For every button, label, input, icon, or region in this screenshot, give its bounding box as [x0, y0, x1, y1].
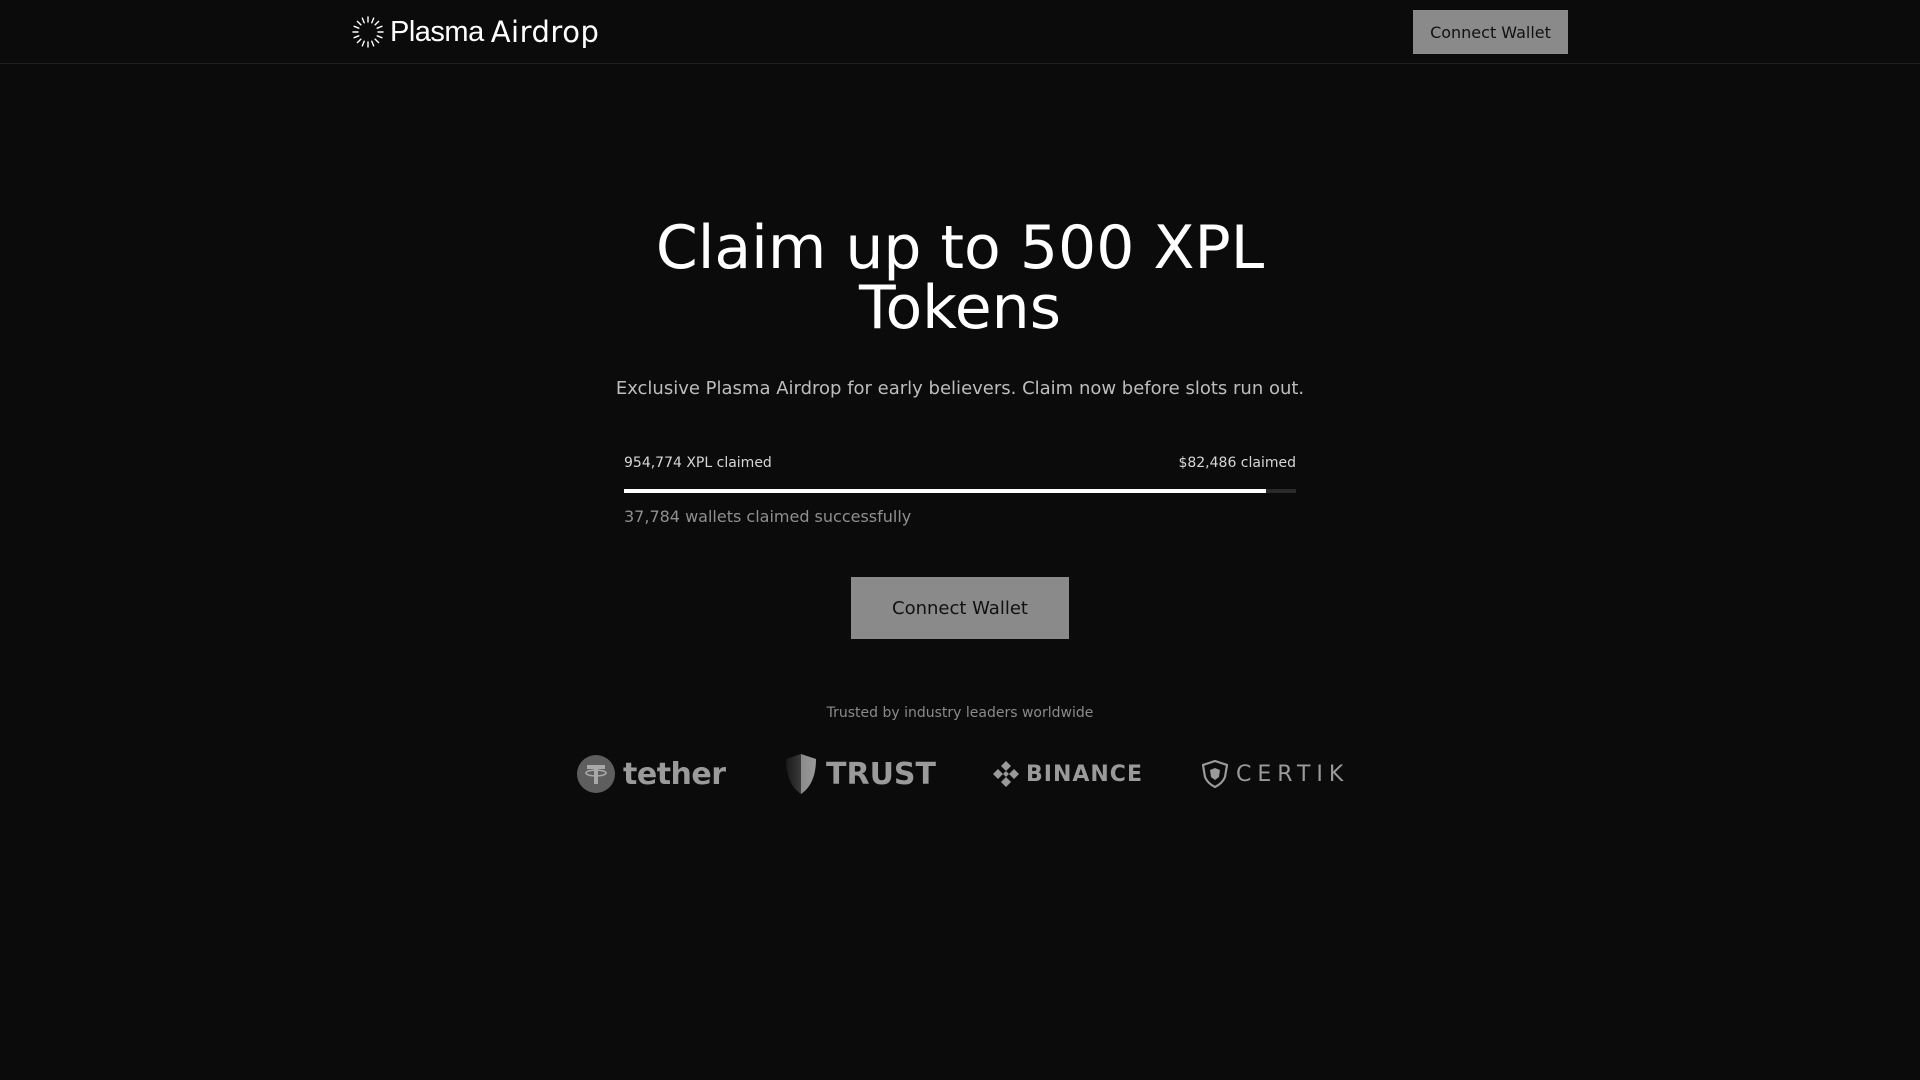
- wallets-claimed-text: 37,784 wallets claimed successfully: [624, 507, 912, 526]
- certik-shield-icon: [1202, 760, 1228, 788]
- plasma-logo-icon: [352, 16, 384, 48]
- binance-wordmark: BINANCE: [1026, 761, 1143, 787]
- trust-wordmark: TRUST: [826, 756, 936, 792]
- partner-logos-row: tether TRUST BINANCE CERTIK: [575, 748, 1345, 800]
- hero-title-line-2: Tokens: [859, 273, 1061, 343]
- brand-name-airdrop: Airdrop: [490, 15, 600, 49]
- main-connect-wallet-button[interactable]: Connect Wallet: [851, 577, 1069, 639]
- trust-shield-icon: [786, 754, 816, 794]
- progress-bar-track: [624, 489, 1296, 493]
- binance-logo: BINANCE: [992, 748, 1143, 800]
- progress-labels: 954,774 XPL claimed $82,486 claimed: [624, 455, 1296, 475]
- binance-diamond-icon: [993, 761, 1019, 787]
- trust-wallet-logo: TRUST: [784, 748, 936, 800]
- certik-logo: CERTIK: [1202, 748, 1349, 800]
- brand-logo-link[interactable]: Plasma Airdrop: [351, 14, 599, 50]
- xpl-claimed-label: 954,774 XPL claimed: [624, 455, 772, 471]
- usd-claimed-label: $82,486 claimed: [1178, 455, 1296, 471]
- tether-logo-icon: [577, 755, 615, 793]
- header-connect-wallet-button[interactable]: Connect Wallet: [1413, 10, 1568, 54]
- top-navigation-bar: Plasma Airdrop Connect Wallet: [0, 0, 1920, 64]
- progress-bar-fill: [624, 489, 1266, 493]
- tether-logo: tether: [577, 748, 726, 800]
- trusted-heading: Trusted by industry leaders worldwide: [826, 705, 1094, 721]
- hero-title: Claim up to 500 XPL Tokens: [560, 218, 1360, 338]
- hero-subtitle: Exclusive Plasma Airdrop for early belie…: [615, 378, 1305, 399]
- tether-wordmark: tether: [623, 756, 726, 792]
- certik-wordmark: CERTIK: [1236, 761, 1350, 787]
- brand-name-plasma: Plasma: [390, 15, 484, 48]
- claim-progress: 954,774 XPL claimed $82,486 claimed 37,7…: [624, 455, 1296, 526]
